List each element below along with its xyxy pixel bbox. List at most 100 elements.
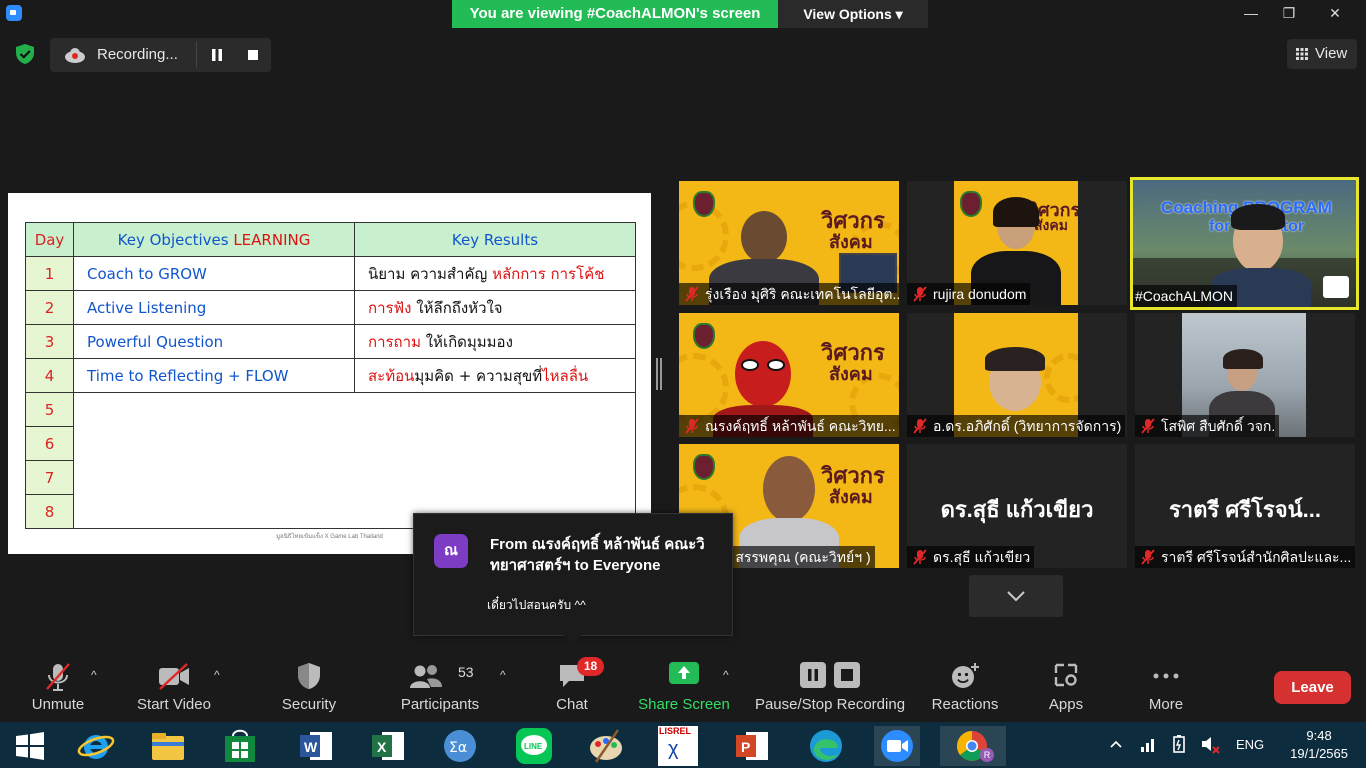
- apps-label: Apps: [1048, 696, 1084, 713]
- recording-status: Recording...: [97, 46, 178, 63]
- math-input-icon[interactable]: Σα: [440, 726, 480, 766]
- microsoft-powerpoint-icon[interactable]: P: [732, 726, 772, 766]
- video-off-icon: [159, 663, 189, 690]
- microsoft-store-icon[interactable]: [220, 726, 260, 766]
- poster-subtitle: สังคม: [829, 364, 873, 385]
- shared-screen: Day Key Objectives LEARNING Key Results …: [8, 193, 651, 554]
- security-label: Security: [281, 696, 337, 713]
- windows-start-icon[interactable]: [10, 726, 50, 766]
- day-cell: 6: [25, 426, 74, 461]
- sender-avatar: ณ: [434, 534, 468, 568]
- encryption-shield-icon[interactable]: [14, 43, 36, 65]
- paint-icon[interactable]: [586, 726, 626, 766]
- view-options-button[interactable]: View Options ▾: [778, 0, 928, 28]
- poster-subtitle: สังคม: [829, 487, 873, 508]
- video-tile[interactable]: ดร.สุธี แก้วเขียว ดร.สุธี แก้วเขียว: [907, 444, 1127, 568]
- profile-badge: R: [980, 748, 994, 762]
- microsoft-word-icon[interactable]: W: [296, 726, 336, 766]
- input-language[interactable]: ENG: [1236, 737, 1264, 752]
- video-tile[interactable]: อ.ดร.อภิศักดิ์ (วิทยาการจัดการ): [907, 313, 1127, 437]
- tray-expand-icon[interactable]: [1110, 740, 1122, 748]
- apps-icon: [1054, 663, 1078, 687]
- day-cell: 4: [25, 358, 74, 393]
- lisrel-app-icon[interactable]: LISREL χ: [658, 726, 698, 766]
- zoom-taskbar-button[interactable]: [874, 726, 920, 766]
- recording-indicator: Recording...: [50, 38, 271, 72]
- next-page-button[interactable]: [969, 575, 1063, 617]
- cloud-recording-icon: [65, 48, 85, 63]
- internet-explorer-icon[interactable]: [76, 726, 116, 766]
- day-cell: 2: [25, 290, 74, 325]
- chrome-taskbar-button[interactable]: R: [940, 726, 1006, 766]
- day-cell: 3: [25, 324, 74, 359]
- microsoft-excel-icon[interactable]: X: [368, 726, 408, 766]
- participant-name: รุ่งเรือง มุศิริ คณะเทคโนโลยีอุต...: [705, 286, 899, 302]
- participant-name-display: ดร.สุธี แก้วเขียว: [940, 497, 1094, 522]
- reactions-button[interactable]: Reactions: [929, 656, 1001, 716]
- pause-recording-icon[interactable]: [206, 44, 228, 66]
- video-tile[interactable]: โสพิศ สืบศักดิ์ วจก.: [1135, 313, 1355, 437]
- muted-mic-icon: [913, 549, 927, 565]
- day-cell: 8: [25, 494, 74, 529]
- chat-notification[interactable]: ณ From ณรงค์ฤทธิ์ หล้าพันธ์ คณะวิทยาศาสต…: [413, 513, 733, 645]
- table-row: 2 Active Listening การฟัง ให้ลึกถึงหัวใจ: [25, 290, 636, 325]
- video-tile[interactable]: วิศวกร สังคม รุ่งเรือง มุศิริ คณะเทคโนโล…: [679, 181, 899, 305]
- chat-sender: From ณรงค์ฤทธิ์ หล้าพันธ์ คณะวิทยาศาสตร์…: [490, 536, 705, 574]
- security-button[interactable]: Security: [273, 656, 345, 716]
- participant-name: โสพิศ สืบศักดิ์ วจก.: [1161, 418, 1276, 434]
- unmute-button[interactable]: Unmute: [22, 656, 94, 716]
- poster-subtitle: สังคม: [829, 232, 873, 253]
- more-dots-icon: [1153, 673, 1179, 679]
- grid-icon: [1296, 48, 1308, 60]
- result-text: นิยาม ความสำคัญ: [368, 264, 493, 283]
- microsoft-edge-icon[interactable]: [806, 726, 846, 766]
- poster-subtitle: สังคม: [1034, 218, 1068, 234]
- clock[interactable]: 9:48 19/1/2565: [1290, 727, 1348, 763]
- start-video-button[interactable]: Start Video: [132, 656, 216, 716]
- speaker-muted-icon[interactable]: [1200, 734, 1220, 754]
- maximize-button[interactable]: ❐: [1266, 0, 1312, 28]
- share-screen-button[interactable]: Share Screen: [636, 656, 732, 716]
- participants-options-caret[interactable]: ^: [500, 668, 514, 682]
- result-highlight: ไหลลื่น: [542, 366, 589, 385]
- chat-message: เดี๋ยวไปสอนครับ ^^: [487, 598, 586, 612]
- line-app-icon[interactable]: LINE: [514, 726, 554, 766]
- close-button[interactable]: ✕: [1312, 0, 1358, 28]
- file-explorer-icon[interactable]: [148, 726, 188, 766]
- svg-text:W: W: [304, 739, 318, 755]
- network-signal-icon[interactable]: [1140, 735, 1158, 753]
- participant-hair: [1231, 204, 1285, 230]
- participant-nametag: ราตรี ศรีโรจน์สำนักศิลปะและ...: [1135, 546, 1355, 568]
- clock-date: 19/1/2565: [1290, 746, 1348, 761]
- view-layout-button[interactable]: View: [1287, 39, 1357, 69]
- participants-label: Participants: [400, 696, 480, 713]
- header-objectives-text: Key Objectives: [117, 230, 234, 249]
- logo-watermark: [1323, 276, 1349, 298]
- panel-resize-handle[interactable]: [656, 358, 662, 390]
- stop-recording-icon[interactable]: [242, 44, 264, 66]
- pause-stop-recording-button[interactable]: Pause/Stop Recording: [752, 656, 908, 716]
- video-tile-active-speaker[interactable]: Coaching PROGRAM for Educator #CoachALMO…: [1130, 177, 1359, 310]
- video-tile[interactable]: วิศวกร สังคม ณรงค์ฤทธิ์ หล้าพันธ์ คณะวิท…: [679, 313, 899, 437]
- participant-nametag: rujira donudom: [907, 283, 1031, 305]
- participants-button[interactable]: 53 Participants: [396, 656, 484, 716]
- leave-meeting-button[interactable]: Leave: [1274, 671, 1351, 704]
- share-options-caret[interactable]: ^: [723, 668, 737, 682]
- video-options-caret[interactable]: ^: [214, 668, 228, 682]
- more-button[interactable]: More: [1134, 656, 1198, 716]
- participant-hair: [993, 197, 1039, 227]
- video-tile[interactable]: วิศวกร สังคม rujira donudom: [907, 181, 1127, 305]
- muted-mic-icon: [1141, 418, 1155, 434]
- result-cell: การถาม ให้เกิดมุมมอง: [354, 324, 636, 359]
- start-video-label: Start Video: [137, 696, 211, 713]
- battery-icon[interactable]: [1170, 734, 1190, 754]
- participant-nametag: อ.ดร.อภิศักดิ์ (วิทยาการจัดการ): [907, 415, 1126, 437]
- svg-text:Σα: Σα: [449, 740, 467, 756]
- participant-nametag: ดร.สุธี แก้วเขียว: [907, 546, 1035, 568]
- chat-label: Chat: [556, 696, 588, 713]
- result-text: มุมคิด + ความสุขที่: [414, 366, 543, 385]
- apps-button[interactable]: Apps: [1036, 656, 1096, 716]
- header-results: Key Results: [354, 222, 636, 257]
- video-tile[interactable]: ราตรี ศรีโรจน์... ราตรี ศรีโรจน์สำนักศิล…: [1135, 444, 1355, 568]
- audio-options-caret[interactable]: ^: [91, 668, 105, 682]
